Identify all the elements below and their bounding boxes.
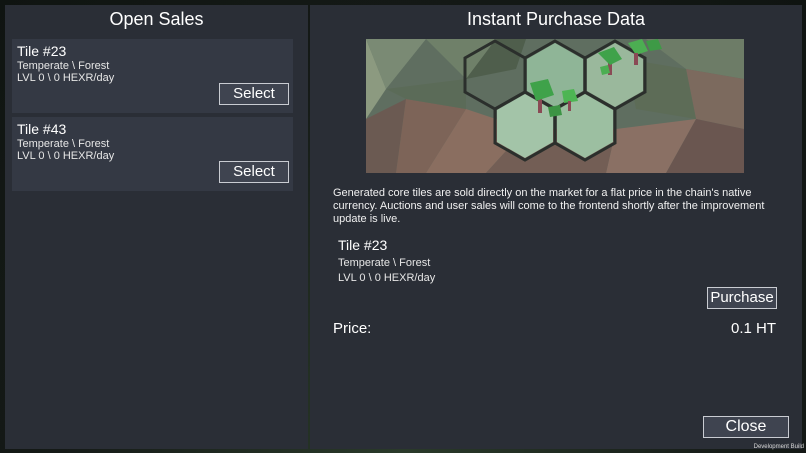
sale-tile-yield: LVL 0 \ 0 HEXR/day xyxy=(17,72,115,84)
select-button[interactable]: Select xyxy=(219,83,289,105)
sale-tile-biome: Temperate \ Forest xyxy=(17,138,110,150)
development-build-label: Development Build xyxy=(753,444,804,450)
sale-tile-yield: LVL 0 \ 0 HEXR/day xyxy=(17,150,115,162)
tile-preview-image xyxy=(366,39,744,173)
hex-forest-illustration xyxy=(366,39,744,173)
open-sales-title: Open Sales xyxy=(109,9,204,29)
selected-tile-name: Tile #23 xyxy=(338,237,388,253)
purchase-panel: Instant Purchase Data Generated core til… xyxy=(310,5,802,449)
purchase-description: Generated core tiles are sold directly o… xyxy=(333,187,765,225)
select-button[interactable]: Select xyxy=(219,161,289,183)
sale-item: Tile #43 Temperate \ Forest LVL 0 \ 0 HE… xyxy=(12,117,293,191)
open-sales-panel: Open Sales Tile #23 Temperate \ Forest L… xyxy=(5,5,308,449)
selected-tile-yield: LVL 0 \ 0 HEXR/day xyxy=(338,272,436,284)
sale-tile-name: Tile #23 xyxy=(17,43,67,59)
price-value: 0.1 HT xyxy=(730,320,776,337)
sale-tile-biome: Temperate \ Forest xyxy=(17,60,110,72)
purchase-title: Instant Purchase Data xyxy=(466,9,646,29)
selected-tile-biome: Temperate \ Forest xyxy=(338,257,431,269)
price-label: Price: xyxy=(333,320,372,337)
purchase-button[interactable]: Purchase xyxy=(707,287,777,309)
sale-tile-name: Tile #43 xyxy=(17,121,67,137)
sale-item: Tile #23 Temperate \ Forest LVL 0 \ 0 HE… xyxy=(12,39,293,113)
close-button[interactable]: Close xyxy=(703,416,789,438)
